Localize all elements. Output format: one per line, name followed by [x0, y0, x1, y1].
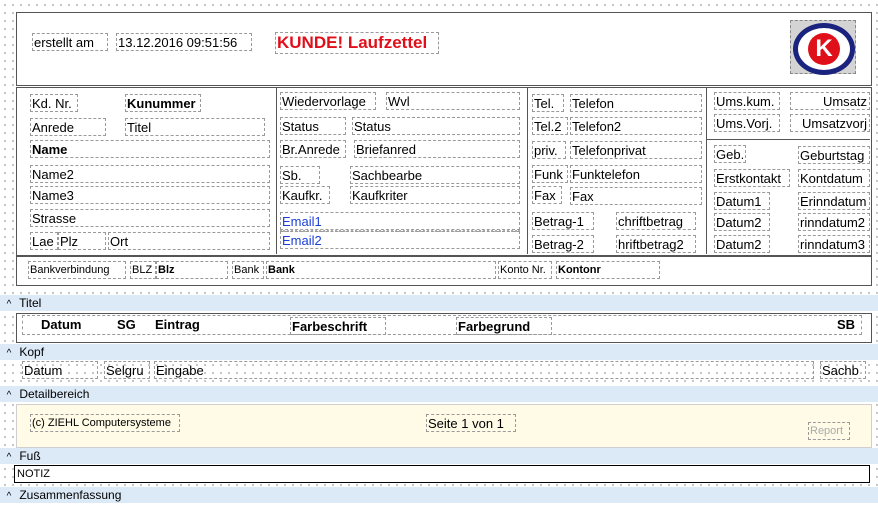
col-eintrag-header[interactable]: Eintrag — [154, 316, 238, 334]
wiedervorlage-label[interactable]: Wiedervorlage — [280, 92, 376, 110]
datum3-label[interactable]: Datum2 — [714, 235, 770, 253]
umsatz-kum-field[interactable]: Umsatz — [790, 92, 870, 110]
blz-label[interactable]: BLZ — [130, 261, 156, 279]
bankverbindung-label[interactable]: Bankverbindung — [28, 261, 126, 279]
telefon-label[interactable]: Tel. — [532, 94, 564, 112]
datum2-label[interactable]: Datum2 — [714, 213, 770, 231]
collapse-caret-icon[interactable]: ^ — [2, 346, 16, 362]
strasse-field[interactable]: Strasse — [30, 209, 270, 227]
band-detail-label: Detailbereich — [19, 387, 90, 401]
land-field[interactable]: Lae — [30, 232, 58, 250]
fax-label[interactable]: Fax — [532, 186, 562, 204]
band-detail[interactable]: ^ Detailbereich — [0, 386, 878, 402]
telefon2-field[interactable]: Telefon2 — [570, 117, 702, 135]
name3-field[interactable]: Name3 — [30, 186, 270, 204]
report-title[interactable]: KUNDE! Laufzettel — [275, 32, 439, 54]
wiedervorlage-field[interactable]: Wvl — [386, 92, 520, 110]
geburtstag-field[interactable]: Geburtstag — [798, 146, 870, 164]
fax-field[interactable]: Fax — [570, 187, 702, 205]
kaufkriterium-label[interactable]: Kaufkr. — [280, 186, 330, 204]
divider — [706, 139, 870, 140]
datum1-label[interactable]: Datum1 — [714, 192, 770, 210]
report-name-field[interactable]: Report — [808, 422, 850, 440]
name2-field[interactable]: Name2 — [30, 165, 270, 183]
plz-field[interactable]: Plz — [58, 232, 106, 250]
erstkontakt-label[interactable]: Erstkontakt — [714, 169, 790, 187]
datum1-field[interactable]: Erinndatum — [798, 192, 870, 210]
band-kopf[interactable]: ^ Kopf — [0, 344, 878, 360]
telefon-privat-label[interactable]: priv. — [532, 141, 566, 159]
col-sg-header[interactable]: SG — [116, 316, 144, 334]
umsatz-vorjahr-field[interactable]: Umsatzvorj — [790, 114, 870, 132]
kaufkriterium-field[interactable]: Kaufkriter — [350, 186, 520, 204]
band-titel-label: Titel — [19, 296, 42, 310]
col-farbeschrift-header[interactable]: Farbeschrift — [290, 317, 386, 335]
col-farbegrund-header[interactable]: Farbegrund — [456, 317, 552, 335]
anrede-field[interactable]: Anrede — [30, 118, 106, 136]
col-sb-header[interactable]: SB — [836, 316, 860, 334]
konto-field[interactable]: Kontonr — [556, 261, 660, 279]
divider — [276, 87, 277, 254]
brief-anrede-field[interactable]: Briefanred — [354, 140, 520, 158]
copyright-field[interactable]: (c) ZIEHL Computersysteme — [30, 414, 180, 432]
titel-field[interactable]: Titel — [125, 118, 265, 136]
bank-label[interactable]: Bank — [232, 261, 264, 279]
datum3-field[interactable]: rinndatum3 — [798, 235, 870, 253]
sachbearbeiter-label[interactable]: Sb. — [280, 166, 320, 184]
detail-eingabe-field[interactable]: Eingabe — [154, 361, 814, 379]
betrag2-label[interactable]: Betrag-2 — [532, 235, 594, 253]
kd-nr-label[interactable]: Kd. Nr. — [30, 94, 78, 112]
betrag2-field[interactable]: hriftbetrag2 — [616, 235, 696, 253]
band-fuss-label: Fuß — [19, 449, 41, 463]
logo-k-badge: K — [808, 33, 840, 65]
detail-datum-field[interactable]: Datum — [22, 361, 98, 379]
collapse-caret-icon[interactable]: ^ — [2, 297, 16, 313]
notiz-field[interactable]: NOTIZ — [14, 465, 870, 483]
bank-field[interactable]: Bank — [266, 261, 496, 279]
brief-anrede-label[interactable]: Br.Anrede — [280, 140, 346, 158]
datum2-field[interactable]: rinndatum2 — [798, 213, 870, 231]
created-date-field[interactable]: 13.12.2016 09:51:56 — [116, 33, 252, 51]
detail-sachb-field[interactable]: Sachb — [820, 361, 866, 379]
telefon2-label[interactable]: Tel.2 — [532, 117, 568, 135]
konto-label[interactable]: Konto Nr. — [498, 261, 552, 279]
erstellt-label[interactable]: erstellt am — [32, 33, 108, 51]
betrag1-field[interactable]: chriftbetrag — [616, 212, 696, 230]
divider — [706, 87, 707, 254]
sachbearbeiter-field[interactable]: Sachbearbe — [350, 166, 520, 184]
band-titel[interactable]: ^ Titel — [0, 295, 878, 311]
email1-field[interactable]: Email1 — [280, 212, 520, 230]
umsatz-kum-label[interactable]: Ums.kum. — [714, 92, 780, 110]
name-field[interactable]: Name — [30, 140, 270, 158]
band-kopf-label: Kopf — [19, 345, 45, 359]
detail-selgru-field[interactable]: Selgru — [104, 361, 150, 379]
funktelefon-field[interactable]: Funktelefon — [570, 165, 702, 183]
kd-nr-field[interactable]: Kunummer — [125, 94, 201, 112]
collapse-caret-icon[interactable]: ^ — [2, 450, 16, 466]
funk-label[interactable]: Funk — [532, 165, 568, 183]
geburtstag-label[interactable]: Geb. — [714, 145, 746, 163]
page-number-field[interactable]: Seite 1 von 1 — [426, 414, 516, 432]
col-datum-header[interactable]: Datum — [40, 316, 100, 334]
telefon-privat-field[interactable]: Telefonprivat — [570, 141, 702, 159]
collapse-caret-icon[interactable]: ^ — [2, 388, 16, 404]
kopf-columns-inner — [22, 315, 862, 335]
ort-field[interactable]: Ort — [108, 232, 270, 250]
band-zusammenfassung-label: Zusammenfassung — [19, 488, 122, 502]
band-zusammenfassung[interactable]: ^ Zusammenfassung — [0, 487, 878, 503]
band-fuss[interactable]: ^ Fuß — [0, 448, 878, 464]
erstkontakt-field[interactable]: Kontdatum — [798, 169, 870, 187]
umsatz-vorjahr-label[interactable]: Ums.Vorj. — [714, 114, 780, 132]
status-label[interactable]: Status — [280, 117, 346, 135]
divider — [527, 87, 528, 254]
telefon-field[interactable]: Telefon — [570, 94, 702, 112]
status-field[interactable]: Status — [352, 117, 520, 135]
betrag1-label[interactable]: Betrag-1 — [532, 212, 594, 230]
blz-field[interactable]: Blz — [156, 261, 228, 279]
email2-field[interactable]: Email2 — [280, 231, 520, 249]
